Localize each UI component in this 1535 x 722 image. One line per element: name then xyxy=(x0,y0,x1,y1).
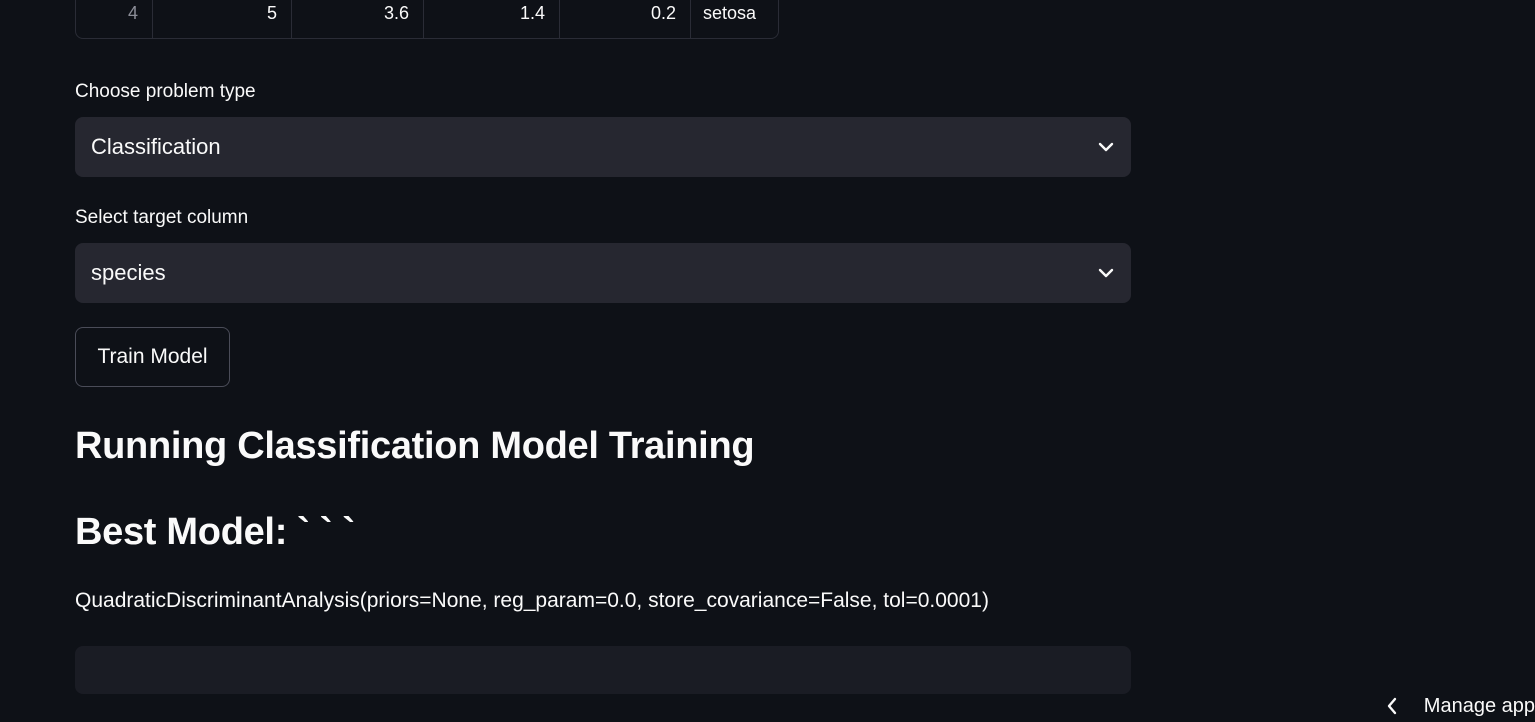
best-model-heading: Best Model: ` ` ` xyxy=(75,511,355,553)
train-model-button[interactable]: Train Model xyxy=(75,327,230,387)
problem-type-value: Classification xyxy=(91,134,221,159)
training-heading: Running Classification Model Training xyxy=(75,425,755,467)
target-column-select[interactable]: species xyxy=(75,243,1131,303)
chevron-down-icon xyxy=(1097,138,1115,156)
manage-app-label: Manage app xyxy=(1423,694,1535,717)
app-page: 4 5 3.6 1.4 0.2 setosa Choose problem ty… xyxy=(0,0,1535,722)
table-cell: 1.4 xyxy=(424,0,560,38)
problem-type-select[interactable]: Classification xyxy=(75,117,1131,177)
row-index-cell: 4 xyxy=(76,0,153,38)
manage-app-button[interactable]: Manage app xyxy=(1376,690,1535,722)
target-column-label: Select target column xyxy=(75,207,249,228)
table-cell: 5 xyxy=(153,0,292,38)
target-column-value: species xyxy=(91,260,166,285)
table-cell: setosa xyxy=(703,3,757,23)
dataframe-table[interactable]: 4 5 3.6 1.4 0.2 setosa xyxy=(75,0,779,39)
code-block xyxy=(75,646,1131,694)
table-cell: 3.6 xyxy=(292,0,424,38)
model-repr-text: QuadraticDiscriminantAnalysis(priors=Non… xyxy=(75,589,989,612)
problem-type-label: Choose problem type xyxy=(75,81,256,102)
table-cell: 0.2 xyxy=(560,0,691,38)
chevron-left-icon xyxy=(1378,692,1406,720)
chevron-down-icon xyxy=(1097,264,1115,282)
